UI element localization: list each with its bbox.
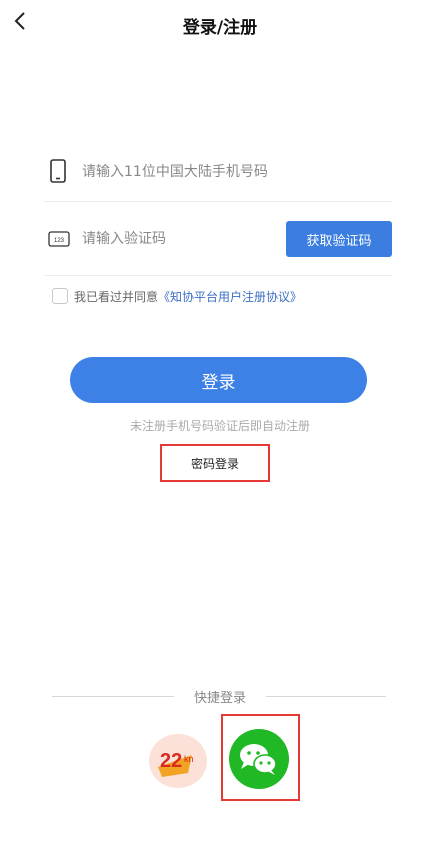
- divider-left: [52, 696, 174, 697]
- password-login-label: 密码登录: [190, 456, 239, 471]
- password-login-button[interactable]: 密码登录: [160, 444, 270, 482]
- quick-login-label: 快捷登录: [193, 691, 246, 706]
- agreement-text: 我已看过并同意: [74, 289, 159, 304]
- wechat-icon: [240, 744, 277, 775]
- keypad-123-icon: 123: [48, 231, 70, 247]
- agreement-row: 我已看过并同意 《知协平台用户注册协议》: [52, 287, 302, 305]
- phone-icon: [50, 159, 66, 183]
- code-row: 123 获取验证码: [44, 214, 392, 276]
- svg-text:22: 22: [160, 750, 182, 772]
- divider-right: [266, 696, 386, 697]
- svg-text:123: 123: [54, 238, 65, 244]
- phone-input[interactable]: [82, 158, 342, 186]
- login-button[interactable]: 登录: [70, 357, 367, 403]
- wechat-login-button[interactable]: [229, 729, 289, 789]
- get-code-button[interactable]: 获取验证码: [286, 221, 392, 257]
- header: 登录/注册: [0, 0, 440, 46]
- agreement-link[interactable]: 《知协平台用户注册协议》: [158, 288, 302, 305]
- page-title: 登录/注册: [182, 18, 258, 38]
- auto-register-note: 未注册手机号码验证后即自动注册: [129, 419, 310, 433]
- phone-row: [44, 152, 392, 202]
- code-input[interactable]: [82, 224, 272, 254]
- svg-text:kn: kn: [184, 754, 194, 764]
- agreement-checkbox[interactable]: [52, 288, 68, 304]
- app-logo-icon[interactable]: 22 kn: [148, 733, 208, 789]
